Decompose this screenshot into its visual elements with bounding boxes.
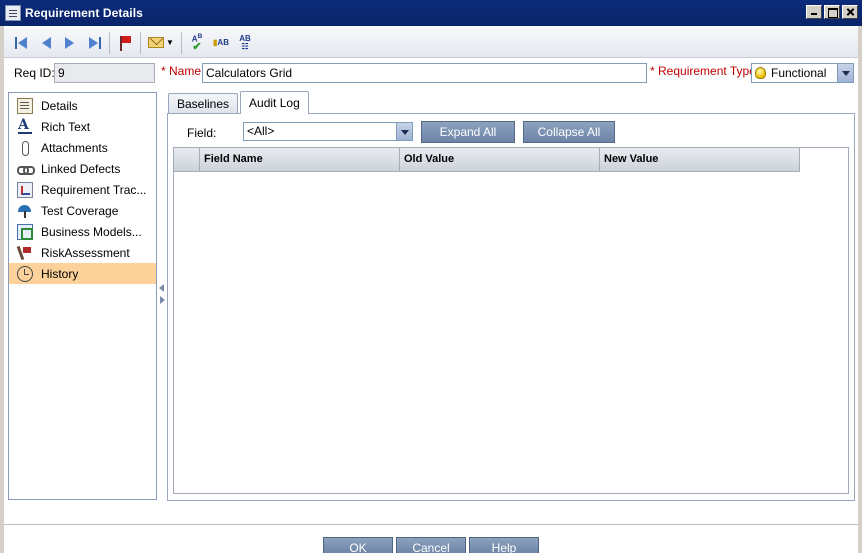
expand-all-button[interactable]: Expand All: [421, 121, 515, 143]
spell-check-icon: AB ✔: [191, 32, 203, 54]
sidebar-item-attachments[interactable]: Attachments: [9, 137, 156, 158]
traceability-icon: [17, 181, 33, 198]
sidebar-item-details[interactable]: Details: [9, 95, 156, 116]
previous-record-button[interactable]: [34, 31, 58, 55]
requirement-type-select[interactable]: Functional: [751, 63, 854, 83]
window-icon: [5, 5, 21, 21]
chevron-down-icon[interactable]: [837, 64, 853, 82]
tab-baselines[interactable]: Baselines: [168, 93, 239, 114]
name-label-group: * Name:: [161, 64, 204, 78]
next-record-icon: [62, 36, 78, 49]
last-record-button[interactable]: [82, 31, 106, 55]
close-button[interactable]: [842, 5, 858, 19]
toolbar-separator: [109, 31, 110, 54]
spelling-options-icon: AB ☷: [239, 33, 251, 51]
first-record-icon: [14, 36, 30, 49]
requirement-type-label: Requirement Type:: [658, 64, 760, 78]
collapse-all-button[interactable]: Collapse All: [523, 121, 615, 143]
req-id-label: Req ID:: [14, 66, 55, 80]
expand-right-icon[interactable]: [160, 296, 165, 304]
details-icon: [17, 97, 33, 114]
business-model-icon: [17, 223, 33, 240]
cancel-button[interactable]: Cancel: [396, 537, 466, 553]
req-id-field: 9: [54, 63, 155, 83]
type-label-group: * Requirement Type:: [650, 64, 759, 78]
sidebar-item-rich-text[interactable]: Rich Text: [9, 116, 156, 137]
maximize-button[interactable]: [824, 5, 840, 19]
field-filter-label: Field:: [187, 126, 217, 140]
window-frame-left: [0, 26, 4, 553]
title-bar[interactable]: Requirement Details: [0, 0, 862, 26]
thesaurus-icon: ▮AB: [213, 37, 229, 47]
history-icon: [17, 265, 33, 282]
rich-text-icon: [17, 117, 33, 135]
next-record-button[interactable]: [58, 31, 82, 55]
sidebar-item-linked-defects[interactable]: Linked Defects: [9, 158, 156, 179]
tab-bar: Baselines Audit Log: [168, 91, 311, 114]
required-mark: *: [161, 64, 166, 78]
spelling-options-button[interactable]: AB ☷: [233, 31, 257, 55]
sidebar-item-history[interactable]: History: [9, 263, 156, 284]
window-controls: [806, 5, 858, 19]
lightbulb-icon: [755, 67, 766, 79]
sidebar-item-business-models[interactable]: Business Models...: [9, 221, 156, 242]
attachment-icon: [17, 140, 33, 156]
sidebar-item-label: History: [41, 266, 79, 281]
tab-audit-log[interactable]: Audit Log: [240, 91, 309, 114]
spell-check-button[interactable]: AB ✔: [185, 31, 209, 55]
sidebar-item-label: Details: [41, 98, 78, 113]
required-mark: *: [650, 64, 655, 78]
window-frame-right: [858, 26, 862, 553]
name-label: Name:: [169, 64, 205, 78]
sidebar-item-label: Attachments: [41, 140, 108, 155]
column-header-old-value[interactable]: Old Value: [400, 148, 600, 172]
chevron-down-icon[interactable]: [396, 123, 412, 140]
ok-button[interactable]: OK: [323, 537, 393, 553]
link-icon: [17, 161, 35, 177]
sidebar: Details Rich Text Attachments Linked Def…: [8, 92, 157, 500]
help-button[interactable]: Help: [469, 537, 539, 553]
column-header-field-name[interactable]: Field Name: [200, 148, 400, 172]
risk-flag-icon: [17, 245, 33, 261]
umbrella-icon: [17, 203, 33, 219]
name-input[interactable]: Calculators Grid: [202, 63, 647, 83]
toolbar-separator: [181, 31, 182, 54]
field-filter-select[interactable]: <All>: [243, 122, 413, 141]
toolbar-separator: [140, 31, 141, 54]
toolbar: ▼ AB ✔ ▮AB AB ☷: [4, 28, 858, 58]
panel-splitter[interactable]: [157, 92, 167, 500]
requirement-type-value: Functional: [771, 66, 827, 80]
flag-button[interactable]: [113, 31, 137, 55]
flag-icon: [118, 35, 132, 51]
column-header-expander[interactable]: [174, 148, 200, 172]
send-mail-button[interactable]: ▼: [144, 31, 178, 55]
sidebar-item-risk-assessment[interactable]: RiskAssessment: [9, 242, 156, 263]
first-record-button[interactable]: [10, 31, 34, 55]
footer-divider: [4, 524, 858, 526]
window-title: Requirement Details: [25, 6, 143, 20]
thesaurus-button[interactable]: ▮AB: [209, 31, 233, 55]
minimize-button[interactable]: [806, 5, 822, 19]
audit-log-grid[interactable]: Field Name Old Value New Value: [173, 147, 849, 494]
sidebar-item-label: Test Coverage: [41, 203, 119, 218]
chevron-down-icon: ▼: [166, 38, 174, 47]
sidebar-item-requirement-traceability[interactable]: Requirement Trac...: [9, 179, 156, 200]
column-header-new-value[interactable]: New Value: [600, 148, 800, 172]
sidebar-item-label: Business Models...: [41, 224, 142, 239]
collapse-left-icon[interactable]: [159, 284, 164, 292]
sidebar-item-test-coverage[interactable]: Test Coverage: [9, 200, 156, 221]
field-filter-value: <All>: [247, 124, 275, 138]
sidebar-item-label: Requirement Trac...: [41, 182, 147, 197]
grid-header: Field Name Old Value New Value: [174, 148, 800, 172]
sidebar-item-label: RiskAssessment: [41, 245, 130, 260]
sidebar-item-label: Rich Text: [41, 119, 91, 134]
last-record-icon: [86, 36, 102, 49]
send-mail-icon: [148, 37, 165, 48]
sidebar-item-label: Linked Defects: [41, 161, 121, 176]
previous-record-icon: [38, 36, 54, 49]
